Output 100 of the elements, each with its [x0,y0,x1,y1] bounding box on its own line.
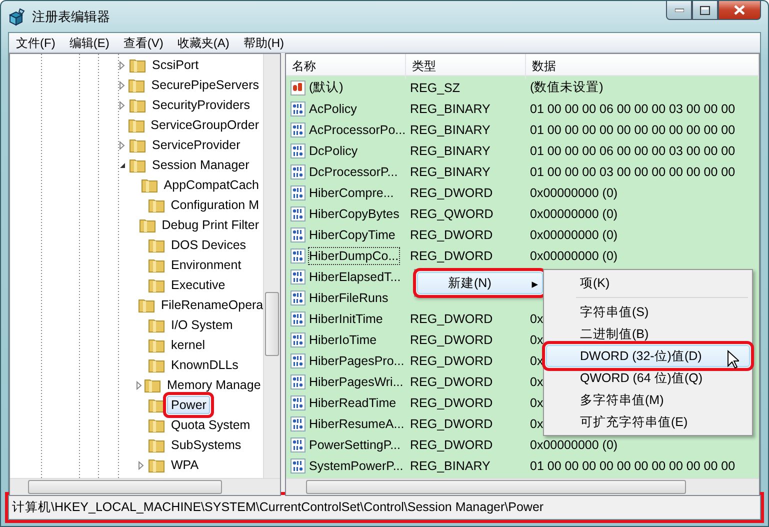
folder-icon [148,237,165,253]
column-header[interactable]: 数据 [526,54,759,79]
value-type: REG_DWORD [409,228,493,242]
tree-item[interactable]: FileRenameOpera [157,296,263,314]
value-data: 0x [529,416,544,430]
tree-item[interactable]: DOS Devices [167,236,250,254]
collapsed-arrow-icon[interactable] [138,460,144,470]
value-type: REG_DWORD [409,186,493,200]
binary-value-icon [290,436,306,452]
binary-value-icon [290,122,306,138]
expanded-arrow-icon[interactable] [118,162,126,168]
value-data: (数值未设置) [529,79,604,96]
tree-item[interactable]: Quota System [167,416,254,434]
column-header[interactable]: 名称 [286,54,406,79]
tree-item[interactable]: Environment [167,256,246,274]
scroll-thumb[interactable] [306,480,686,494]
tree-item[interactable]: Executive [167,276,230,294]
collapsed-arrow-icon[interactable] [136,380,142,390]
folder-icon [138,217,156,233]
collapsed-arrow-icon[interactable] [119,100,125,110]
value-data: 01 00 00 00 03 00 00 00 00 00 00 00 [529,164,736,178]
menu-item[interactable]: 编辑(E) [62,33,116,52]
value-name[interactable]: PowerSettingP... [308,436,402,454]
binary-value-icon [290,394,306,410]
collapsed-arrow-icon[interactable] [119,140,125,150]
value-name[interactable]: DcProcessorP... [308,162,399,180]
tree-item[interactable]: Session Manager [148,156,254,174]
value-name[interactable]: (默认) [308,77,344,98]
menu-item[interactable]: QWORD (64 位)值(Q) [546,367,750,389]
tree-item[interactable]: I/O System [167,316,237,334]
menu-item[interactable]: 多字符串值(M) [546,389,750,411]
folder-icon [148,257,165,273]
folder-icon [128,77,146,93]
folder-icon [129,97,146,113]
value-type: REG_QWORD [409,206,494,220]
value-name[interactable]: DcPolicy [308,142,359,160]
column-header[interactable]: 类型 [406,54,526,79]
horizontal-scrollbar[interactable] [10,478,280,495]
value-name[interactable]: HiberCopyTime [308,226,396,244]
value-type: REG_DWORD [409,416,493,430]
tree-item[interactable]: ServiceGroupOrder [146,116,263,134]
minimize-button[interactable] [666,1,692,20]
horizontal-scrollbar[interactable] [286,478,759,495]
tree-item[interactable]: KnownDLLs [167,356,242,374]
folder-icon [148,337,165,353]
tree-item[interactable]: Memory Manage [163,376,263,394]
submenu-arrow: ▸ [532,276,538,290]
value-name[interactable]: HiberCopyBytes [308,204,400,222]
collapsed-arrow-icon[interactable] [118,80,125,90]
menu-item[interactable]: 二进制值(B) [546,323,750,345]
value-name[interactable]: AcProcessorPo... [308,120,407,138]
tree-item[interactable]: SecurePipeServers [147,76,263,94]
close-button[interactable] [718,1,761,20]
tree-item[interactable]: SubSystems [167,436,246,454]
menu-item[interactable]: 可扩充字符串值(E) [546,411,750,433]
value-name[interactable]: HiberElapsedT... [308,268,402,286]
menu-item[interactable]: 收藏夹(A) [170,33,236,52]
value-name[interactable]: HiberReadTime [308,394,398,412]
vertical-scrollbar[interactable] [263,54,280,478]
scroll-thumb[interactable] [28,480,222,494]
menu-item[interactable]: 查看(V) [116,33,170,52]
binary-value-icon [290,352,306,368]
menu-item[interactable]: 项(K) [546,272,750,294]
tree-item[interactable]: ScsiPort [148,56,203,74]
tree-item[interactable]: WPA [167,456,203,474]
tree-item[interactable]: ServiceProvider [148,136,244,154]
folder-icon [148,457,165,473]
binary-value-icon [290,164,306,180]
binary-value-icon [290,268,306,284]
value-name[interactable]: HiberInitTime [308,310,384,328]
tree-item[interactable]: kernel [167,336,210,354]
tree-item[interactable]: AppCompatCach [160,176,263,194]
binary-value-icon [290,290,306,306]
value-data: 0x [529,396,544,410]
menu-item[interactable]: 字符串值(S) [546,301,750,323]
tree-item[interactable]: SecurityProviders [148,96,254,114]
value-name[interactable]: HiberResumeA... [308,414,406,432]
collapsed-arrow-icon[interactable] [119,60,125,70]
value-name[interactable]: HiberCompre... [308,184,395,202]
value-type: REG_BINARY [409,144,490,158]
menu-item[interactable]: 文件(F) [9,33,62,52]
value-data: 0x [529,332,544,346]
maximize-button[interactable] [692,1,718,20]
value-name[interactable]: HiberDumpCo... [308,246,400,264]
tree-item[interactable]: Debug Print Filter [158,216,263,234]
value-name[interactable]: HiberPagesPro... [308,352,406,370]
value-name[interactable]: SystemPowerP... [308,456,404,474]
value-name[interactable]: HiberPagesWri... [308,372,404,390]
scroll-thumb[interactable] [265,292,279,356]
tree-item[interactable]: Configuration M [166,196,263,214]
value-type: REG_DWORD [409,354,493,368]
menu-item[interactable]: 帮助(H) [236,33,291,52]
value-data: 01 00 00 00 06 00 00 00 03 00 00 00 [529,102,736,116]
binary-value-icon [290,248,306,264]
folder-icon [140,177,158,193]
value-name[interactable]: HiberIoTime [308,330,378,348]
value-name[interactable]: AcPolicy [308,100,358,118]
value-data: 01 00 00 00 00 00 00 00 00 00 00 00 [529,458,736,472]
value-type: REG_DWORD [409,396,493,410]
value-name[interactable]: HiberFileRuns [308,288,390,306]
